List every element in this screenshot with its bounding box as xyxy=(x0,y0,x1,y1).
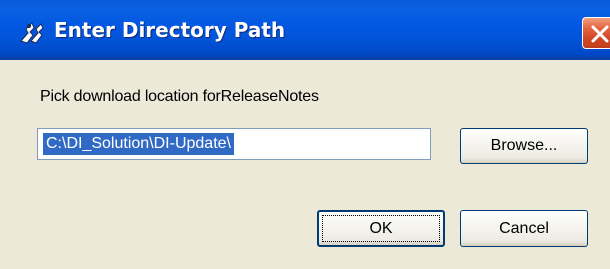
title-bar[interactable]: Enter Directory Path xyxy=(0,0,610,60)
path-input[interactable]: C:\DI_Solution\DI-Update\ xyxy=(37,128,431,160)
prompt-label: Pick download location forReleaseNotes xyxy=(40,88,319,105)
enter-directory-path-dialog: Enter Directory Path Pick download locat… xyxy=(0,0,610,269)
window-title: Enter Directory Path xyxy=(54,18,286,42)
close-button[interactable] xyxy=(582,17,610,49)
browse-button[interactable]: Browse... xyxy=(460,128,588,164)
app-icon xyxy=(18,19,44,45)
path-input-selected-text: C:\DI_Solution\DI-Update\ xyxy=(42,132,235,156)
ok-button[interactable]: OK xyxy=(317,210,445,247)
ok-button-focus-ring xyxy=(322,215,440,242)
title-bar-edge xyxy=(0,57,610,60)
close-icon xyxy=(591,25,609,43)
cancel-button[interactable]: Cancel xyxy=(460,210,588,247)
